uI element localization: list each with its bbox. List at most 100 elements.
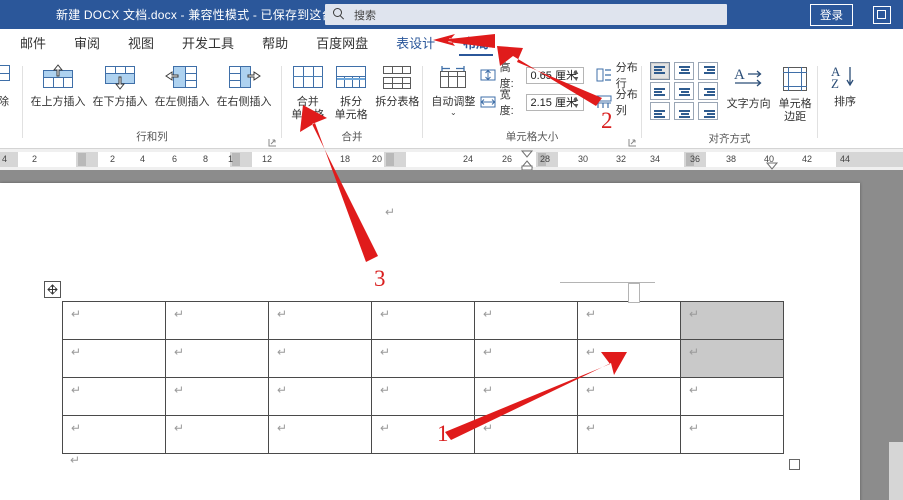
table-cell[interactable]: ↵ — [577, 415, 681, 454]
distribute-rows-button[interactable]: 分布行 — [596, 62, 641, 90]
table-cell[interactable]: ↵ — [268, 301, 372, 340]
table-cell[interactable]: ↵ — [474, 301, 578, 340]
table-resize-handle-icon[interactable] — [789, 459, 800, 470]
column-width-input[interactable]: 2.15 厘米 ▲ ▼ — [525, 93, 584, 111]
column-width-stepper[interactable]: ▲ ▼ — [573, 96, 580, 110]
table-cell[interactable]: ↵ — [371, 301, 475, 340]
table-cell[interactable]: ↵ — [474, 415, 578, 454]
insert-below-button[interactable]: 在下方插入 — [89, 60, 151, 109]
table-cell-selected[interactable]: ↵ — [680, 339, 784, 378]
right-indent-marker[interactable] — [762, 149, 782, 170]
ruler-number: 42 — [802, 154, 813, 164]
tab-view[interactable]: 视图 — [126, 29, 156, 57]
table-cell[interactable]: ↵ — [577, 377, 681, 416]
table-cell[interactable]: ↵ — [680, 415, 784, 454]
table-cell-selected[interactable]: ↵ — [680, 301, 784, 340]
ruler-tab-stop[interactable] — [386, 153, 394, 166]
column-selection-marker[interactable] — [628, 283, 640, 303]
split-table-button[interactable]: 拆分表格 — [373, 60, 422, 109]
row-height-stepper[interactable]: ▲ ▼ — [573, 69, 580, 83]
table-row[interactable]: ↵ ↵ ↵ ↵ ↵ ↵ ↵ — [62, 339, 784, 378]
table-cell[interactable]: ↵ — [268, 377, 372, 416]
align-middle-left-button[interactable] — [650, 82, 670, 100]
split-table-label: 拆分表格 — [375, 96, 420, 108]
table-cell[interactable]: ↵ — [62, 377, 166, 416]
ruler-tab-stop[interactable] — [232, 153, 240, 166]
align-bottom-left-button[interactable] — [650, 102, 670, 120]
horizontal-ruler[interactable]: 4 2 2 4 6 8 1 12 18 20 24 26 28 30 32 34… — [0, 149, 903, 171]
table-row[interactable]: ↵ ↵ ↵ ↵ ↵ ↵ ↵ — [62, 415, 784, 454]
document-canvas: ↵ ↵ ↵ ↵ ↵ ↵ ↵ ↵ ↵ ↵ ↵ ↵ ↵ ↵ ↵ ↵ ↵ ↵ ↵ ↵ … — [0, 170, 903, 500]
merge-cells-button[interactable]: 合并 单元格 — [286, 60, 329, 121]
ribbon-group-alignment: A 文字方向 单元格 边距 对齐方式 — [642, 56, 817, 148]
table-cell[interactable]: ↵ — [371, 415, 475, 454]
sign-in-button[interactable]: 登录 — [810, 4, 853, 26]
text-direction-button[interactable]: A 文字方向 — [724, 62, 773, 111]
column-width-control[interactable]: 宽度: 2.15 厘米 ▲ ▼ — [480, 89, 584, 117]
table-cell[interactable]: ↵ — [371, 339, 475, 378]
restore-window-icon[interactable] — [873, 6, 891, 24]
split-cells-label-line1: 拆分 — [340, 96, 363, 108]
insert-left-label: 在左侧插入 — [154, 96, 210, 108]
indent-markers[interactable] — [517, 149, 547, 170]
tab-layout[interactable]: 布局 — [459, 29, 494, 57]
tab-mailings[interactable]: 邮件 — [18, 29, 48, 57]
table-cell[interactable]: ↵ — [371, 377, 475, 416]
align-bottom-center-button[interactable] — [674, 102, 694, 120]
split-cells-label-line2: 单元格 — [334, 108, 368, 121]
align-bottom-right-button[interactable] — [698, 102, 718, 120]
align-middle-right-button[interactable] — [698, 82, 718, 100]
search-box[interactable]: 搜索 — [325, 4, 727, 25]
table-cell[interactable]: ↵ — [474, 339, 578, 378]
ruler-number: 26 — [502, 154, 513, 164]
table-cell[interactable]: ↵ — [268, 339, 372, 378]
insert-right-button[interactable]: 在右侧插入 — [213, 60, 275, 109]
table-cell[interactable]: ↵ — [268, 415, 372, 454]
tab-table-design[interactable]: 表设计 — [394, 29, 437, 57]
table-cell[interactable]: ↵ — [62, 339, 166, 378]
align-top-right-button[interactable] — [698, 62, 718, 80]
table-cell[interactable]: ↵ — [165, 301, 269, 340]
table-cell[interactable]: ↵ — [165, 415, 269, 454]
tab-baidu-netdisk[interactable]: 百度网盘 — [314, 29, 370, 57]
table-cell[interactable]: ↵ — [577, 339, 681, 378]
table-cell[interactable]: ↵ — [680, 377, 784, 416]
document-page[interactable]: ↵ ↵ ↵ ↵ ↵ ↵ ↵ ↵ ↵ ↵ ↵ ↵ ↵ ↵ ↵ ↵ ↵ ↵ ↵ ↵ … — [0, 183, 860, 500]
table-cell[interactable]: ↵ — [474, 377, 578, 416]
vertical-scrollbar[interactable] — [889, 442, 903, 500]
autofit-button[interactable]: 自动调整 ⌄ — [429, 60, 478, 117]
sort-button[interactable]: A Z 排序 — [822, 60, 868, 109]
split-cells-button[interactable]: 拆分 单元格 — [329, 60, 372, 121]
row-height-control[interactable]: 高度: 0.65 厘米 ▲ ▼ — [480, 62, 584, 90]
align-middle-center-button[interactable] — [674, 82, 694, 100]
cell-paragraph-mark: ↵ — [483, 421, 494, 435]
distribute-rows-icon — [596, 68, 612, 82]
tab-help[interactable]: 帮助 — [260, 29, 290, 57]
tab-developer[interactable]: 开发工具 — [180, 29, 236, 57]
table-cell[interactable]: ↵ — [165, 377, 269, 416]
row-height-input[interactable]: 0.65 厘米 ▲ ▼ — [525, 66, 584, 84]
table-cell[interactable]: ↵ — [62, 301, 166, 340]
align-top-center-button[interactable] — [674, 62, 694, 80]
table-cell[interactable]: ↵ — [165, 339, 269, 378]
table-cell[interactable]: ↵ — [577, 301, 681, 340]
ruler-tab-stop[interactable] — [78, 153, 86, 166]
insert-above-button[interactable]: 在上方插入 — [27, 60, 89, 109]
table-row[interactable]: ↵ ↵ ↵ ↵ ↵ ↵ ↵ — [62, 301, 784, 340]
align-top-left-button[interactable] — [650, 62, 670, 80]
ribbon-tab-strip: 邮件 审阅 视图 开发工具 帮助 百度网盘 表设计 布局 — [0, 29, 903, 57]
table-cell[interactable]: ↵ — [62, 415, 166, 454]
autofit-caret[interactable]: ⌄ — [450, 108, 457, 117]
word-table[interactable]: ↵ ↵ ↵ ↵ ↵ ↵ ↵ ↵ ↵ ↵ ↵ ↵ ↵ ↵ ↵ ↵ ↵ ↵ ↵ ↵ … — [62, 301, 784, 454]
table-move-handle-icon[interactable] — [44, 281, 61, 298]
insert-left-button[interactable]: 在左侧插入 — [151, 60, 213, 109]
cell-size-dialog-launcher[interactable] — [628, 138, 637, 147]
ribbon-group-rows-columns: 在上方插入 在下方插入 在左侧插入 在右侧插入 行和列 — [23, 56, 281, 148]
ruler-number: 18 — [340, 154, 351, 164]
table-row[interactable]: ↵ ↵ ↵ ↵ ↵ ↵ ↵ — [62, 377, 784, 416]
tab-review[interactable]: 审阅 — [72, 29, 102, 57]
delete-button[interactable]: ✕ 删除 — [0, 60, 18, 109]
insert-left-icon — [165, 60, 199, 93]
cell-margins-button[interactable]: 单元格 边距 — [773, 62, 817, 123]
rows-columns-dialog-launcher[interactable] — [268, 138, 277, 147]
